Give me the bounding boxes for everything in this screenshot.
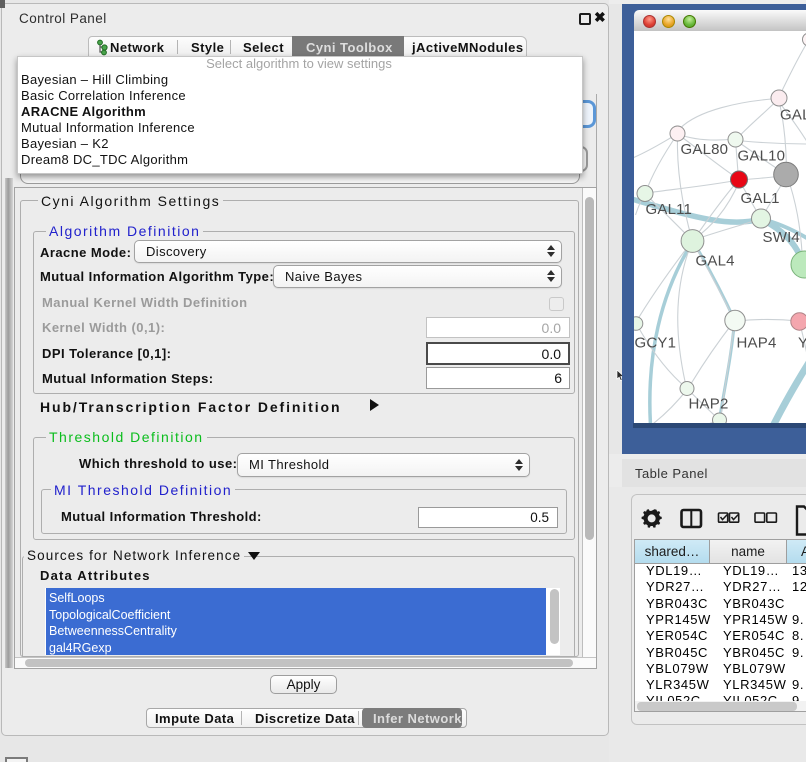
svg-text:SWI4: SWI4 <box>762 229 799 246</box>
svg-text:GAL4: GAL4 <box>695 253 734 270</box>
svg-text:GAL10: GAL10 <box>737 148 785 165</box>
svg-text:GAL1: GAL1 <box>740 190 779 207</box>
svg-text:GAL80: GAL80 <box>680 141 728 158</box>
svg-text:HAP2: HAP2 <box>688 396 728 413</box>
svg-text:YP: YP <box>798 335 806 352</box>
svg-text:HAP4: HAP4 <box>736 335 776 352</box>
svg-text:GAL2: GAL2 <box>780 107 806 124</box>
svg-text:GCY1: GCY1 <box>634 335 676 352</box>
svg-text:GAL11: GAL11 <box>645 201 692 218</box>
